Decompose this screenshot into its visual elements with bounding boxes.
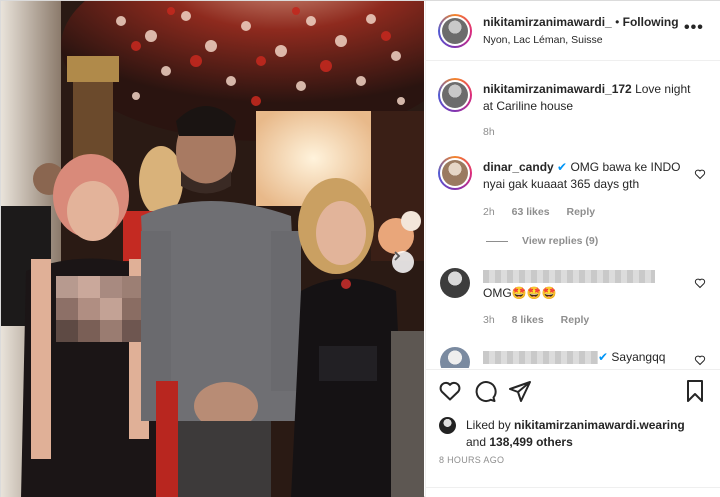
avatar[interactable] — [438, 78, 472, 112]
comments-list: nikitamirzanimawardi_172 Love night at C… — [426, 62, 720, 368]
view-replies-button[interactable]: View replies (9) — [486, 235, 598, 247]
share-icon[interactable] — [508, 379, 532, 403]
instagram-post: nikitamirzanimawardi_ • Following Nyon, … — [0, 0, 720, 497]
likes-line-1: Liked by nikitamirzanimawardi.wearing — [466, 417, 685, 434]
header-name-row: nikitamirzanimawardi_ • Following — [483, 15, 679, 29]
comment-like-heart-icon[interactable] — [694, 277, 706, 289]
comment-likes[interactable]: 63 likes — [512, 206, 550, 218]
avatar[interactable] — [439, 417, 456, 434]
avatar[interactable] — [438, 14, 472, 48]
likes-count[interactable]: 138,499 others — [489, 435, 572, 449]
redacted-username — [483, 270, 655, 283]
comment-meta: 3h 8 likes Reply — [483, 314, 603, 326]
reply-button[interactable]: Reply — [566, 206, 595, 218]
liked-by-prefix: Liked by — [466, 418, 511, 432]
comment-time[interactable]: 2h — [483, 206, 495, 218]
comment-meta: 2h 63 likes Reply — [483, 206, 609, 218]
following-button[interactable]: Following — [623, 15, 679, 29]
post-location[interactable]: Nyon, Lac Léman, Suisse — [483, 34, 603, 46]
add-comment-area[interactable] — [426, 487, 720, 497]
comment-like-heart-icon[interactable] — [694, 354, 706, 366]
more-options-icon[interactable]: ••• — [684, 19, 704, 37]
comment-text-block: dinar_candy ✔ OMG bawa ke INDO nyai gak … — [483, 159, 693, 193]
separator-dot: • — [615, 15, 620, 29]
heart-icon[interactable] — [438, 379, 462, 403]
avatar[interactable] — [438, 156, 472, 190]
likes-line-2: and 138,499 others — [466, 434, 573, 451]
comment-text-block: ✔ Sayangqq — [598, 349, 698, 366]
comment-text: OMG🤩🤩🤩 — [483, 286, 557, 300]
post-photo[interactable] — [1, 1, 424, 497]
post-author-username[interactable]: nikitamirzanimawardi_ — [483, 15, 612, 29]
replies-divider — [486, 240, 508, 242]
comment-like-heart-icon[interactable] — [694, 168, 706, 180]
next-photo-button[interactable] — [392, 251, 414, 273]
comment-icon[interactable] — [473, 379, 497, 403]
post-actions: Liked by nikitamirzanimawardi.wearing an… — [426, 369, 720, 497]
avatar[interactable] — [440, 268, 470, 298]
comment-text: Sayangqq — [611, 350, 666, 364]
bookmark-icon[interactable] — [683, 379, 707, 403]
caption-text-block: nikitamirzanimawardi_172 Love night at C… — [483, 81, 693, 115]
liked-by-user[interactable]: nikitamirzanimawardi.wearing — [514, 418, 685, 432]
avatar[interactable] — [440, 347, 470, 368]
caption-time[interactable]: 8h — [483, 126, 495, 138]
chevron-right-icon — [394, 251, 401, 261]
caption-username[interactable]: nikitamirzanimawardi_172 — [483, 82, 632, 96]
comment-username[interactable]: dinar_candy — [483, 160, 554, 174]
photo-illustration — [1, 1, 424, 497]
verified-badge-icon: ✔ — [557, 160, 568, 174]
view-replies-label: View replies (9) — [522, 235, 599, 247]
comment-likes[interactable]: 8 likes — [512, 314, 544, 326]
caption-meta: 8h — [483, 126, 509, 138]
redacted-username — [483, 351, 598, 364]
reply-button[interactable]: Reply — [561, 314, 590, 326]
comment-time[interactable]: 3h — [483, 314, 495, 326]
post-header: nikitamirzanimawardi_ • Following Nyon, … — [426, 1, 720, 61]
post-timestamp[interactable]: 8 HOURS AGO — [439, 455, 504, 465]
verified-badge-icon: ✔ — [598, 350, 609, 364]
post-side-panel: nikitamirzanimawardi_ • Following Nyon, … — [425, 1, 720, 497]
likes-and: and — [466, 435, 487, 449]
